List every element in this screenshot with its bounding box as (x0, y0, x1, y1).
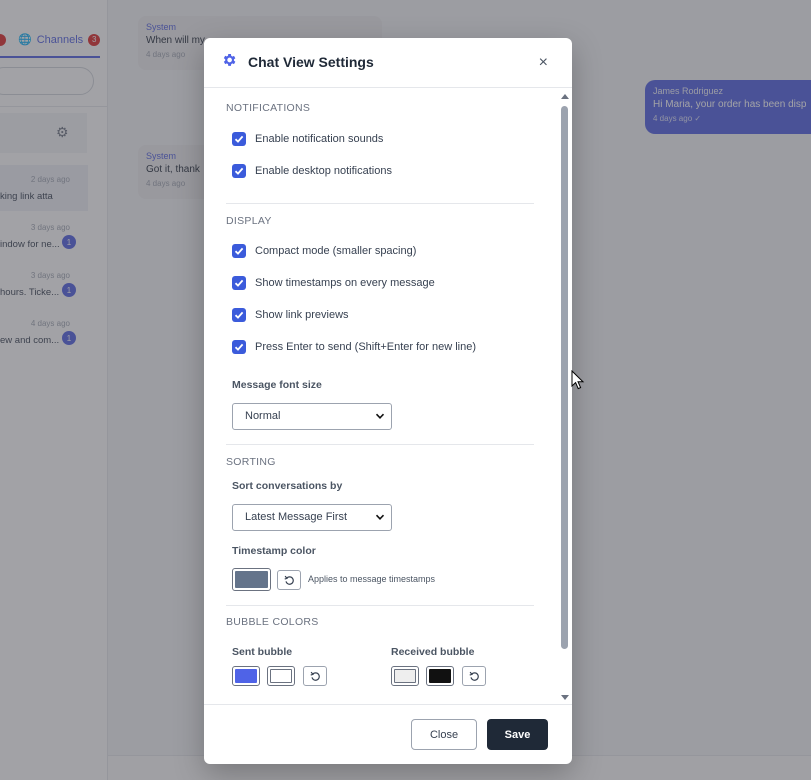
scroll-down-arrow-icon[interactable] (561, 695, 569, 700)
reset-icon (310, 671, 320, 681)
checkbox-label: Compact mode (smaller spacing) (255, 245, 417, 257)
sort-select[interactable]: Latest Message First (232, 504, 392, 531)
chevron-down-icon (375, 514, 385, 520)
reset-icon (284, 575, 294, 585)
compact-mode-checkbox[interactable]: Compact mode (smaller spacing) (232, 244, 416, 258)
checkbox-label: Show link previews (255, 309, 349, 321)
select-value: Normal (245, 410, 281, 422)
timestamp-color-fill (235, 571, 268, 588)
checkbox-checked-icon[interactable] (232, 276, 246, 290)
show-link-previews-checkbox[interactable]: Show link previews (232, 308, 349, 322)
reset-timestamp-color-button[interactable] (277, 570, 301, 590)
font-size-label: Message font size (232, 379, 322, 391)
section-title-display: DISPLAY (226, 215, 272, 227)
dialog-header: Chat View Settings × (204, 38, 572, 88)
dialog-body[interactable]: NOTIFICATIONS Enable notification sounds… (204, 88, 572, 704)
section-divider (226, 203, 534, 204)
checkbox-checked-icon[interactable] (232, 132, 246, 146)
checkbox-checked-icon[interactable] (232, 308, 246, 322)
show-timestamps-checkbox[interactable]: Show timestamps on every message (232, 276, 435, 290)
scroll-up-arrow-icon[interactable] (561, 94, 569, 99)
sent-bubble-text-fill (270, 669, 292, 683)
save-button[interactable]: Save (487, 719, 548, 750)
received-bubble-bg-picker[interactable] (391, 666, 419, 686)
sent-bubble-text-picker[interactable] (267, 666, 295, 686)
section-title-bubble-colors: BUBBLE COLORS (226, 616, 319, 628)
checkbox-label: Show timestamps on every message (255, 277, 435, 289)
section-divider (226, 605, 534, 606)
scrollbar-thumb[interactable] (561, 106, 568, 649)
reset-icon (469, 671, 479, 681)
enter-to-send-checkbox[interactable]: Press Enter to send (Shift+Enter for new… (232, 340, 476, 354)
checkbox-label: Enable notification sounds (255, 133, 384, 145)
enable-desktop-notifications-checkbox[interactable]: Enable desktop notifications (232, 164, 392, 178)
sort-label: Sort conversations by (232, 480, 343, 492)
dialog-scrollbar[interactable] (560, 94, 569, 700)
checkbox-checked-icon[interactable] (232, 244, 246, 258)
received-bubble-text-picker[interactable] (426, 666, 454, 686)
reset-sent-bubble-button[interactable] (303, 666, 327, 686)
received-bubble-bg-fill (394, 669, 416, 683)
dialog-footer: Close Save (204, 704, 572, 764)
chat-view-settings-dialog: Chat View Settings × NOTIFICATIONS Enabl… (204, 38, 572, 764)
timestamp-color-label: Timestamp color (232, 545, 316, 557)
mouse-cursor-icon (571, 370, 585, 390)
timestamp-color-picker[interactable] (232, 568, 271, 591)
reset-received-bubble-button[interactable] (462, 666, 486, 686)
checkbox-label: Enable desktop notifications (255, 165, 392, 177)
select-value: Latest Message First (245, 511, 348, 523)
enable-notification-sounds-checkbox[interactable]: Enable notification sounds (232, 132, 383, 146)
section-divider (226, 444, 534, 445)
received-bubble-text-fill (429, 669, 451, 683)
close-icon[interactable]: × (539, 55, 548, 71)
checkbox-label: Press Enter to send (Shift+Enter for new… (255, 341, 477, 353)
close-button[interactable]: Close (411, 719, 477, 750)
gear-icon (223, 54, 236, 66)
received-bubble-label: Received bubble (391, 646, 475, 658)
checkbox-checked-icon[interactable] (232, 164, 246, 178)
section-title-notifications: NOTIFICATIONS (226, 102, 311, 114)
sent-bubble-bg-picker[interactable] (232, 666, 260, 686)
font-size-select[interactable]: Normal (232, 403, 392, 430)
sent-bubble-bg-fill (235, 669, 257, 683)
checkbox-checked-icon[interactable] (232, 340, 246, 354)
timestamp-color-hint: Applies to message timestamps (308, 574, 436, 584)
section-title-sorting: SORTING (226, 456, 276, 468)
chevron-down-icon (375, 413, 385, 419)
sent-bubble-label: Sent bubble (232, 646, 293, 658)
dialog-title: Chat View Settings (248, 54, 374, 70)
